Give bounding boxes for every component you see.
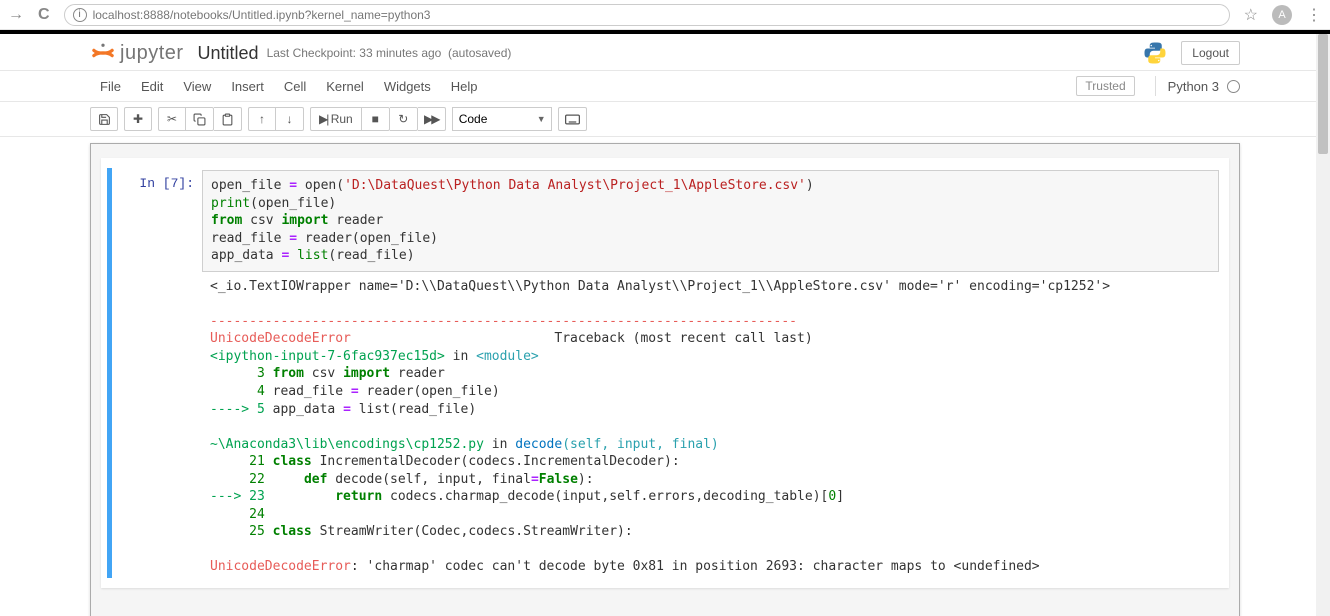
run-button[interactable]: ▶| Run xyxy=(310,107,362,131)
run-icon: ▶| xyxy=(319,112,327,126)
code-input[interactable]: open_file = open('D:\DataQuest\Python Da… xyxy=(202,170,1219,272)
stop-icon: ■ xyxy=(372,112,379,126)
copy-icon xyxy=(193,113,206,126)
arrow-down-icon: ↓ xyxy=(287,112,293,126)
notebook-name[interactable]: Untitled xyxy=(198,43,259,64)
save-button[interactable] xyxy=(90,107,118,131)
restart-run-all-button[interactable]: ▶▶ xyxy=(418,107,446,131)
paste-button[interactable] xyxy=(214,107,242,131)
page-scrollbar[interactable] xyxy=(1316,34,1330,616)
jupyter-logo[interactable]: jupyter xyxy=(90,40,184,66)
paste-icon xyxy=(221,113,234,126)
cut-icon: ✂ xyxy=(167,112,177,127)
restart-icon: ↻ xyxy=(398,112,408,126)
menu-view[interactable]: View xyxy=(173,79,221,94)
copy-button[interactable] xyxy=(186,107,214,131)
python-icon xyxy=(1143,41,1167,65)
fast-forward-icon: ▶▶ xyxy=(424,112,438,126)
stop-button[interactable]: ■ xyxy=(362,107,390,131)
move-up-button[interactable]: ↑ xyxy=(248,107,276,131)
menu-insert[interactable]: Insert xyxy=(221,79,274,94)
move-down-button[interactable]: ↓ xyxy=(276,107,304,131)
keyboard-icon xyxy=(565,114,580,125)
kernel-name[interactable]: Python 3 xyxy=(1168,79,1219,94)
notebook-container: In [7]: open_file = open('D:\DataQuest\P… xyxy=(90,143,1240,616)
avatar[interactable]: A xyxy=(1272,5,1292,25)
menu-kernel[interactable]: Kernel xyxy=(316,79,374,94)
menubar: File Edit View Insert Cell Kernel Widget… xyxy=(0,70,1330,102)
menu-cell[interactable]: Cell xyxy=(274,79,316,94)
celltype-select[interactable]: Code xyxy=(452,107,552,131)
trusted-badge[interactable]: Trusted xyxy=(1076,76,1134,96)
browser-chrome: → C i localhost:8888/notebooks/Untitled.… xyxy=(0,0,1330,30)
jupyter-word: jupyter xyxy=(120,42,184,65)
plus-icon: ✚ xyxy=(133,112,143,127)
url-bar[interactable]: i localhost:8888/notebooks/Untitled.ipyn… xyxy=(64,4,1230,26)
restart-button[interactable]: ↻ xyxy=(390,107,418,131)
menu-file[interactable]: File xyxy=(90,79,131,94)
command-palette-button[interactable] xyxy=(558,107,587,131)
add-cell-button[interactable]: ✚ xyxy=(124,107,152,131)
reload-icon[interactable]: C xyxy=(38,7,50,23)
menu-edit[interactable]: Edit xyxy=(131,79,173,94)
scrollbar-thumb[interactable] xyxy=(1318,34,1328,154)
cell-output: <_io.TextIOWrapper name='D:\\DataQuest\\… xyxy=(202,272,1219,576)
notebook-header: jupyter Untitled Last Checkpoint: 33 min… xyxy=(90,34,1240,70)
menu-help[interactable]: Help xyxy=(441,79,488,94)
url-text: localhost:8888/notebooks/Untitled.ipynb?… xyxy=(93,8,431,22)
cut-button[interactable]: ✂ xyxy=(158,107,186,131)
back-icon[interactable]: → xyxy=(8,7,24,23)
arrow-up-icon: ↑ xyxy=(259,112,265,126)
checkpoint-status: Last Checkpoint: 33 minutes ago (autosav… xyxy=(267,46,512,60)
input-prompt: In [7]: xyxy=(139,176,194,191)
toolbar: ✚ ✂ ↑ ↓ ▶| Run ■ ↻ ▶▶ Code xyxy=(0,102,1330,137)
menu-dots-icon[interactable]: ⋮ xyxy=(1306,5,1322,25)
star-icon[interactable]: ☆ xyxy=(1244,5,1258,25)
browser-nav: → C xyxy=(8,7,50,23)
menu-widgets[interactable]: Widgets xyxy=(374,79,441,94)
kernel-status-icon xyxy=(1227,80,1240,93)
code-cell[interactable]: In [7]: open_file = open('D:\DataQuest\P… xyxy=(107,168,1223,578)
logout-button[interactable]: Logout xyxy=(1181,41,1240,65)
info-icon[interactable]: i xyxy=(73,8,87,22)
